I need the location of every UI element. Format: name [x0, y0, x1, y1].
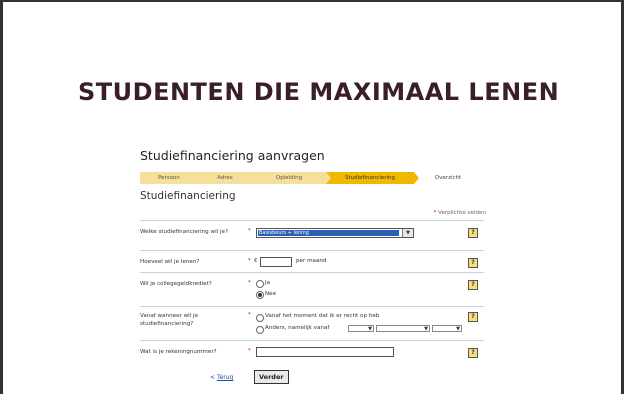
radio-vanaf-recht-label: Vanaf het moment dat ik er recht op heb	[265, 313, 380, 319]
required-star: *	[248, 312, 251, 318]
radio-anders-label: Anders, namelijk vanaf	[265, 325, 330, 331]
slide-top-border	[0, 0, 624, 2]
question-studiefinanciering: Welke studiefinanciering wil je? * Basis…	[140, 228, 486, 246]
select-value: Basisbeurs + lening	[258, 230, 399, 236]
required-star: *	[248, 258, 251, 264]
step-arrow	[326, 172, 331, 184]
step-arrow	[252, 172, 257, 184]
step-label: Overzicht	[434, 175, 462, 181]
question-collegegeldkrediet: Wil je collegegeldkrediet? * Ja Nee ?	[140, 280, 486, 302]
back-link[interactable]: < Terug	[210, 374, 233, 381]
question-label: Welke studiefinanciering wil je?	[140, 229, 228, 235]
radio-nee[interactable]	[256, 291, 264, 299]
year-select[interactable]: ▼	[432, 325, 462, 332]
row-divider	[140, 306, 484, 307]
required-star: *	[248, 280, 251, 286]
row-divider	[140, 250, 484, 251]
studiefinanciering-select[interactable]: Basisbeurs + lening ▼	[256, 228, 414, 238]
radio-ja-label: Ja	[265, 280, 271, 286]
help-icon[interactable]: ?	[468, 348, 478, 358]
radio-nee-label: Nee	[265, 291, 277, 297]
step-progress-bar: Persoon Adres Opleiding Studiefinancieri…	[140, 172, 482, 184]
required-star: *	[433, 210, 437, 216]
step-label: Studiefinanciering	[344, 175, 396, 181]
help-icon[interactable]: ?	[468, 312, 478, 322]
day-select[interactable]: ▼	[348, 325, 374, 332]
account-number-input[interactable]	[256, 347, 394, 357]
section-title: Studiefinanciering	[140, 190, 236, 202]
back-link-label: Terug	[216, 374, 234, 381]
radio-ja[interactable]	[256, 280, 264, 288]
amount-input[interactable]	[260, 257, 292, 267]
help-icon[interactable]: ?	[468, 280, 478, 290]
question-label: Wat is je rekeningnummer?	[140, 349, 217, 355]
currency-symbol: €	[254, 258, 258, 264]
row-divider	[140, 220, 484, 221]
question-label: Hoeveel wil je lenen?	[140, 259, 200, 265]
question-vanaf-wanneer: Vanaf wanneer wil je studiefinanciering?…	[140, 312, 486, 336]
step-label: Persoon	[158, 175, 180, 181]
step-persoon[interactable]: Persoon	[140, 172, 203, 184]
required-note-text: Verplichte velden	[438, 210, 486, 216]
step-label: Opleiding	[275, 175, 303, 181]
chevron-down-icon[interactable]: ▼	[402, 229, 413, 237]
step-arrow	[198, 172, 203, 184]
amount-suffix: per maand	[296, 258, 327, 264]
slide-left-border	[0, 0, 3, 394]
question-label: Wil je collegegeldkrediet?	[140, 281, 212, 287]
question-lenen: Hoeveel wil je lenen? * € per maand ?	[140, 257, 486, 270]
row-divider	[140, 272, 484, 273]
form-screenshot: Studiefinanciering aanvragen Persoon Adr…	[138, 148, 490, 390]
required-star: *	[248, 228, 251, 234]
form-header: Studiefinanciering aanvragen	[140, 148, 325, 163]
step-adres[interactable]: Adres	[198, 172, 257, 184]
step-arrow	[414, 172, 419, 184]
required-star: *	[248, 348, 251, 354]
month-select[interactable]: ▼	[376, 325, 430, 332]
step-label: Adres	[217, 175, 233, 181]
help-icon[interactable]: ?	[468, 228, 478, 238]
slide-title: STUDENTEN DIE MAXIMAAL LENEN	[78, 78, 560, 106]
question-rekeningnummer: Wat is je rekeningnummer? * ?	[140, 347, 486, 360]
step-studiefinanciering[interactable]: Studiefinanciering	[326, 172, 419, 184]
radio-vanaf-recht[interactable]	[256, 314, 264, 322]
step-overzicht[interactable]: Overzicht	[414, 172, 482, 184]
question-label: Vanaf wanneer wil je studiefinanciering?	[140, 313, 199, 327]
help-icon[interactable]: ?	[468, 258, 478, 268]
row-divider	[140, 340, 484, 341]
radio-anders[interactable]	[256, 326, 264, 334]
next-button[interactable]: Verder	[254, 370, 289, 384]
step-opleiding[interactable]: Opleiding	[252, 172, 331, 184]
required-note: * Verplichte velden	[434, 210, 486, 216]
back-arrow-icon: <	[210, 374, 216, 381]
